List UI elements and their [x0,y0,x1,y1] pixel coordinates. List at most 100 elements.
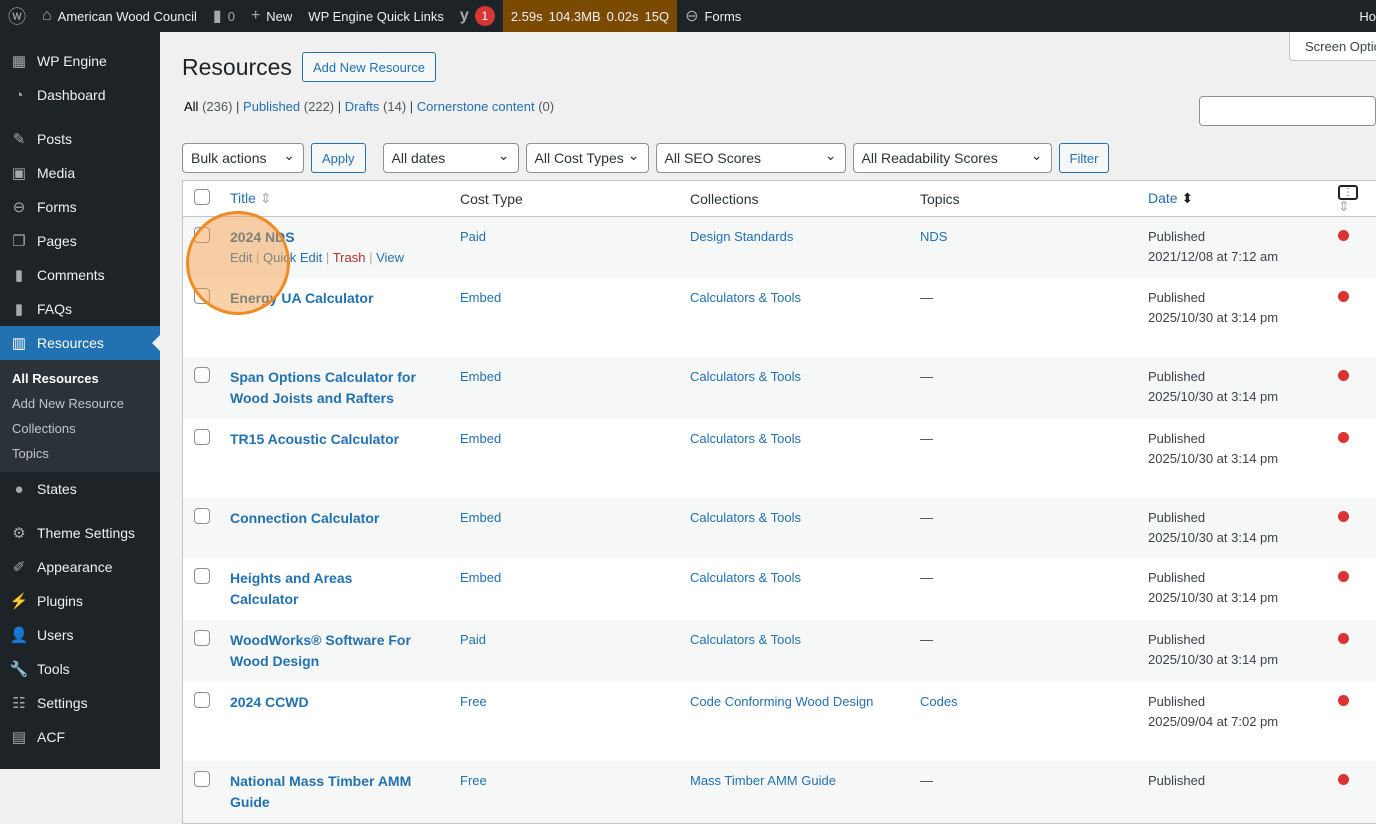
resource-title-link[interactable]: Heights and Areas Calculator [230,570,352,607]
resources-table: Title ⇕ Cost Type Collections Topics Dat… [182,180,1376,824]
new-content-link[interactable]: +New [243,0,300,32]
cost-type-link[interactable]: Paid [460,229,486,244]
building-icon: ▥ [10,334,28,352]
readability-select[interactable]: All Readability Scores [853,143,1052,173]
collection-link[interactable]: Calculators & Tools [690,369,801,384]
cost-type-link[interactable]: Embed [460,570,501,585]
row-checkbox[interactable] [194,429,210,445]
post-status: Published [1148,630,1318,650]
quick-links-label: WP Engine Quick Links [308,9,444,24]
cost-type-select[interactable]: All Cost Types [526,143,649,173]
submenu-collections[interactable]: Collections [0,416,160,441]
resource-title-link[interactable]: Connection Calculator [230,510,379,526]
resource-title-link[interactable]: National Mass Timber AMM Guide [230,773,411,810]
post-status: Published [1148,227,1318,247]
apply-button[interactable]: Apply [311,143,366,173]
resource-title-link[interactable]: WoodWorks® Software For Wood Design [230,632,411,669]
search-input[interactable] [1199,96,1376,126]
plus-icon: + [251,7,260,25]
row-checkbox[interactable] [194,771,210,787]
dates-select[interactable]: All dates [383,143,519,173]
menu-forms[interactable]: ⊖Forms [0,190,160,224]
collection-link[interactable]: Calculators & Tools [690,510,801,525]
collection-link[interactable]: Calculators & Tools [690,570,801,585]
perf-time: 2.59s [511,9,543,24]
collection-link[interactable]: Code Conforming Wood Design [690,694,873,709]
menu-pages[interactable]: ❐Pages [0,224,160,258]
resource-title-link[interactable]: 2024 CCWD [230,694,309,710]
menu-posts[interactable]: ✎Posts [0,122,160,156]
yoast-menu[interactable]: y1 [452,0,503,32]
cost-type-link[interactable]: Embed [460,510,501,525]
menu-users[interactable]: 👤Users [0,618,160,652]
cost-type-link[interactable]: Embed [460,290,501,305]
collection-link[interactable]: Calculators & Tools [690,290,801,305]
view-cornerstone[interactable]: Cornerstone content (0) [417,99,554,114]
cost-type-link[interactable]: Embed [460,369,501,384]
menu-label: Pages [37,233,77,249]
comments-link[interactable]: ▮0 [205,0,243,32]
resource-title-link[interactable]: Span Options Calculator for Wood Joists … [230,369,416,406]
view-link[interactable]: View [376,250,404,265]
menu-acf[interactable]: ▤ACF [0,720,160,754]
resource-title-link[interactable]: TR15 Acoustic Calculator [230,431,399,447]
cost-type-link[interactable]: Free [460,694,487,709]
wp-engine-quick-links[interactable]: WP Engine Quick Links [300,0,452,32]
select-all-checkbox[interactable] [194,189,210,205]
menu-comments[interactable]: ▮Comments [0,258,160,292]
row-checkbox[interactable] [194,692,210,708]
page-title: Resources [182,54,292,81]
collection-link[interactable]: Design Standards [690,229,793,244]
trash-link[interactable]: Trash [333,250,366,265]
menu-states[interactable]: ●States [0,472,160,506]
cost-type-link[interactable]: Embed [460,431,501,446]
resources-submenu: All Resources Add New Resource Collectio… [0,360,160,472]
add-new-resource-button[interactable]: Add New Resource [302,52,436,82]
submenu-add-new-resource[interactable]: Add New Resource [0,391,160,416]
seo-score-dot [1338,571,1349,582]
sort-title[interactable]: Title ⇕ [230,190,272,206]
row-checkbox[interactable] [194,630,210,646]
view-all[interactable]: All (236) [184,99,232,114]
filter-button[interactable]: Filter [1059,143,1110,173]
menu-dashboard[interactable]: ◔Dashboard [0,78,160,112]
post-status: Published [1148,692,1318,712]
bulk-actions-select[interactable]: Bulk actions [182,143,304,173]
menu-resources[interactable]: ▥Resources [0,326,160,360]
menu-label: Appearance [37,559,113,575]
table-row: Heights and Areas Calculator Embed Calcu… [183,558,1376,620]
cost-type-link[interactable]: Free [460,773,487,788]
topic-link[interactable]: Codes [920,694,958,709]
topic-link: — [920,431,933,446]
query-monitor[interactable]: 2.59s104.3MB0.02s15Q [503,0,677,32]
row-checkbox[interactable] [194,568,210,584]
menu-theme-settings[interactable]: ⚙Theme Settings [0,516,160,550]
account-menu[interactable]: Ho [1351,0,1376,32]
cost-type-link[interactable]: Paid [460,632,486,647]
sort-date[interactable]: Date ⬍ [1148,190,1193,206]
post-date: 2025/09/04 at 7:02 pm [1148,712,1318,732]
screen-options-button[interactable]: Screen Optio [1289,32,1376,61]
menu-faqs[interactable]: ▮FAQs [0,292,160,326]
site-name-link[interactable]: ⌂American Wood Council [34,0,205,32]
view-drafts[interactable]: Drafts (14) [345,99,406,114]
menu-tools[interactable]: 🔧Tools [0,652,160,686]
menu-appearance[interactable]: ✐Appearance [0,550,160,584]
submenu-all-resources[interactable]: All Resources [0,366,160,391]
row-checkbox[interactable] [194,508,210,524]
menu-wp-engine[interactable]: ▦WP Engine [0,44,160,78]
menu-plugins[interactable]: ⚡Plugins [0,584,160,618]
view-published[interactable]: Published (222) [243,99,334,114]
menu-media[interactable]: ▣Media [0,156,160,190]
menu-label: WP Engine [37,53,107,69]
topic-link[interactable]: NDS [920,229,947,244]
seo-score-select[interactable]: All SEO Scores [656,143,846,173]
collection-link[interactable]: Calculators & Tools [690,431,801,446]
wordpress-logo-icon[interactable]: ⓦ [0,0,34,32]
collection-link[interactable]: Mass Timber AMM Guide [690,773,836,788]
row-checkbox[interactable] [194,367,210,383]
menu-settings[interactable]: ☷Settings [0,686,160,720]
collection-link[interactable]: Calculators & Tools [690,632,801,647]
submenu-topics[interactable]: Topics [0,441,160,466]
forms-link[interactable]: ⊖Forms [677,0,749,32]
